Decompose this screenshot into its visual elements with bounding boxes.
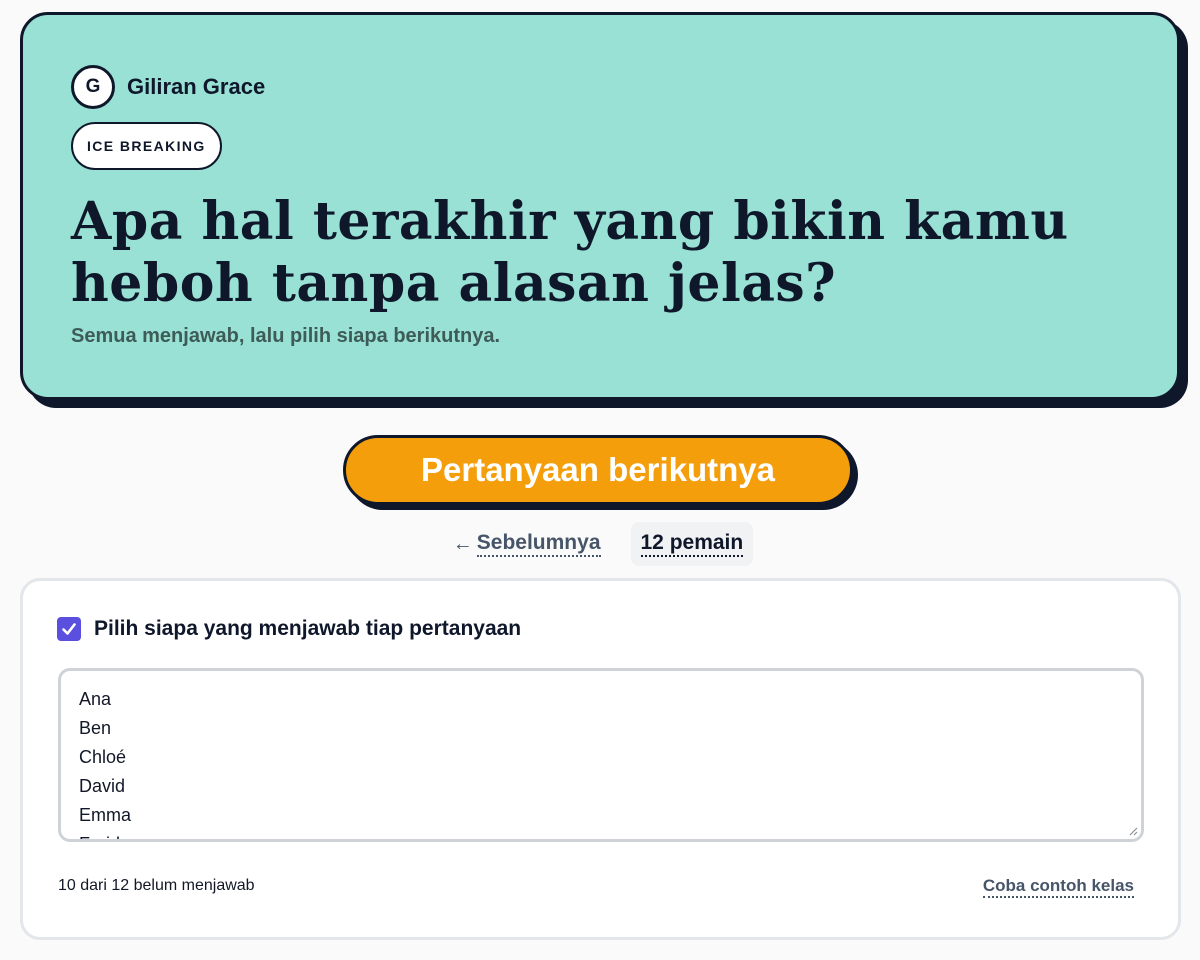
pick-answerer-label: Pilih siapa yang menjawab tiap pertanyaa…: [94, 617, 522, 640]
settings-panel: Pilih siapa yang menjawab tiap pertanyaa…: [20, 578, 1181, 940]
players-count-label: 12 pemain: [640, 531, 744, 557]
next-question-button[interactable]: Pertanyaan berikutnya: [343, 435, 853, 505]
question-text: Apa hal terakhir yang bikin kamu heboh t…: [71, 191, 1069, 314]
player-name: David: [79, 776, 126, 796]
question-instructions: Semua menjawab, lalu pilih siapa berikut…: [71, 325, 501, 347]
pick-answerer-checkbox[interactable]: [57, 617, 81, 641]
player-name: Farid: [79, 830, 1123, 839]
player-name: Ana: [79, 689, 112, 709]
players-button[interactable]: 12 pemain: [630, 522, 754, 566]
arrow-left-icon: ←: [452, 532, 473, 555]
turn-indicator: G Giliran Grace: [71, 65, 265, 109]
category-badge: ICE BREAKING: [71, 122, 222, 170]
player-name: Chloé: [79, 747, 127, 767]
turn-label: Giliran Grace: [127, 74, 266, 99]
sample-class-link[interactable]: Coba contoh kelas: [982, 876, 1134, 898]
previous-label: Sebelumnya: [476, 531, 601, 557]
answer-status: 10 dari 12 belum menjawab: [58, 877, 255, 894]
players-textarea[interactable]: Ana Ben Chloé David Emma Farid: [58, 668, 1144, 842]
player-name: Ben: [79, 718, 112, 738]
navigation-row: ← Sebelumnya 12 pemain: [0, 522, 1200, 566]
question-card: G Giliran Grace ICE BREAKING Apa hal ter…: [20, 12, 1180, 400]
resize-grip-icon[interactable]: [1128, 826, 1138, 836]
player-name: Emma: [79, 805, 132, 825]
avatar: G: [71, 65, 115, 109]
check-icon: [62, 623, 76, 635]
previous-link[interactable]: ← Sebelumnya: [453, 531, 601, 557]
pick-answerer-option[interactable]: Pilih siapa yang menjawab tiap pertanyaa…: [57, 617, 521, 641]
